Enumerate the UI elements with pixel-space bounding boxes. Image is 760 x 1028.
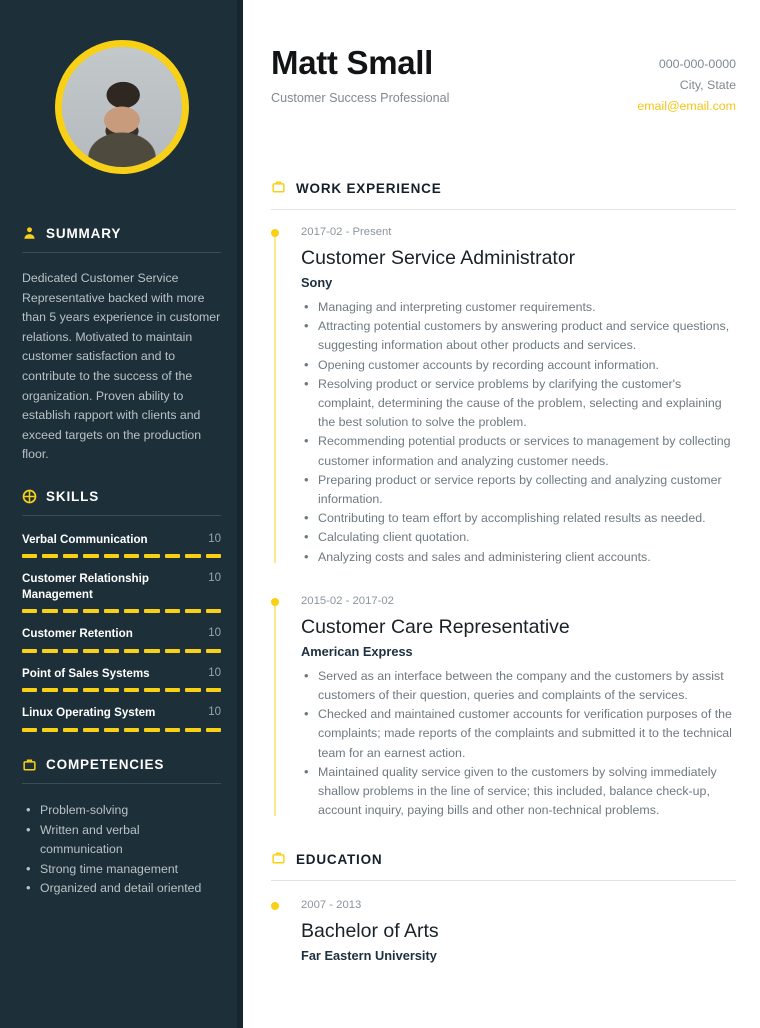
work-entries: 2017-02 - Present Customer Service Admin… bbox=[271, 224, 736, 820]
skill-rating-bar bbox=[22, 554, 222, 559]
skill-name: Customer Relationship Management bbox=[22, 572, 149, 601]
identity-block: Matt Small Customer Success Professional bbox=[271, 44, 449, 105]
list-item: Attracting potential customers by answer… bbox=[301, 316, 736, 355]
list-item: Opening customer accounts by recording a… bbox=[301, 355, 736, 375]
list-item: Resolving product or service problems by… bbox=[301, 374, 736, 433]
divider bbox=[271, 209, 736, 210]
briefcase-icon bbox=[271, 850, 286, 868]
divider bbox=[271, 880, 736, 882]
briefcase-icon bbox=[271, 179, 286, 197]
timeline-dot-icon bbox=[271, 597, 279, 606]
pie-chart-icon bbox=[22, 489, 37, 504]
email-address[interactable]: email@email.com bbox=[637, 96, 736, 117]
entry-organization: Sony bbox=[301, 275, 333, 290]
education-header: EDUCATION bbox=[271, 850, 736, 868]
summary-text: Dedicated Customer Service Representativ… bbox=[22, 271, 221, 462]
work-entry: 2015-02 - 2017-02 Customer Care Represen… bbox=[271, 593, 736, 821]
work-entry: 2017-02 - Present Customer Service Admin… bbox=[271, 224, 736, 567]
work-experience-header: WORK EXPERIENCE bbox=[271, 179, 736, 197]
skill-item: Linux Operating System 10 bbox=[22, 705, 222, 732]
briefcase-icon bbox=[22, 757, 37, 772]
skill-item: Customer Relationship Management 10 bbox=[22, 571, 222, 614]
list-item: Checked and maintained customer accounts… bbox=[301, 704, 736, 763]
list-item: Served as an interface between the compa… bbox=[301, 666, 736, 705]
skill-value: 10 bbox=[208, 532, 221, 545]
entry-date: 2015-02 - 2017-02 bbox=[301, 594, 394, 607]
sidebar-section-summary-header: SUMMARY bbox=[22, 226, 221, 241]
user-icon bbox=[22, 226, 37, 241]
skill-name: Verbal Communication bbox=[22, 532, 148, 546]
list-item: Written and verbal communication bbox=[22, 820, 221, 860]
entry-title: Bachelor of Arts bbox=[301, 920, 439, 943]
resume-page: SUMMARY Dedicated Customer Service Repre… bbox=[0, 0, 760, 1028]
skill-value: 10 bbox=[208, 706, 221, 719]
list-item: Organized and detail oriented bbox=[22, 878, 221, 899]
entry-title: Customer Care Representative bbox=[301, 615, 570, 638]
education-section: EDUCATION 2007 - 2013 Bachelor of Arts F… bbox=[271, 850, 736, 963]
skill-rating-bar bbox=[22, 648, 222, 653]
list-item: Managing and interpreting customer requi… bbox=[301, 297, 736, 317]
timeline-line bbox=[274, 605, 276, 817]
skill-name: Linux Operating System bbox=[22, 706, 156, 720]
skill-name: Point of Sales Systems bbox=[22, 666, 150, 680]
list-item: Contributing to team effort by accomplis… bbox=[301, 508, 736, 528]
education-title: EDUCATION bbox=[296, 851, 383, 867]
phone-number: 000-000-0000 bbox=[658, 57, 736, 71]
skill-item: Verbal Communication 10 bbox=[22, 532, 222, 559]
list-item: Strong time management bbox=[22, 859, 221, 880]
work-experience-section: WORK EXPERIENCE 2017-02 - Present Custom… bbox=[271, 179, 736, 820]
location: City, State bbox=[679, 78, 736, 92]
skill-rating-bar bbox=[22, 688, 222, 693]
skill-item: Point of Sales Systems 10 bbox=[22, 666, 222, 693]
avatar-wrapper bbox=[22, 0, 221, 174]
divider bbox=[22, 252, 221, 253]
job-title: Customer Success Professional bbox=[271, 91, 450, 105]
work-experience-title: WORK EXPERIENCE bbox=[296, 180, 442, 196]
entry-organization: Far Eastern University bbox=[301, 948, 437, 964]
skill-name: Customer Retention bbox=[22, 627, 133, 641]
skill-value: 10 bbox=[208, 666, 221, 679]
skill-value: 10 bbox=[208, 627, 221, 640]
skills-list: Verbal Communication 10 Customer Relatio… bbox=[22, 532, 222, 732]
skill-rating-bar bbox=[22, 609, 222, 614]
sidebar-section-summary-title: SUMMARY bbox=[46, 226, 122, 241]
skill-item: Customer Retention 10 bbox=[22, 626, 222, 653]
list-item: Preparing product or service reports by … bbox=[301, 470, 736, 509]
sidebar-section-skills-title: SKILLS bbox=[46, 488, 100, 504]
sidebar-section-skills-header: SKILLS bbox=[22, 489, 221, 504]
competencies-list: Problem-solving Written and verbal commu… bbox=[22, 800, 221, 899]
avatar-photo bbox=[61, 47, 182, 167]
list-item: Analyzing costs and sales and administer… bbox=[301, 547, 736, 567]
resume-header: Matt Small Customer Success Professional… bbox=[271, 0, 736, 117]
divider bbox=[22, 514, 221, 516]
sidebar-section-competencies-header: COMPETENCIES bbox=[22, 757, 221, 772]
avatar bbox=[54, 40, 189, 174]
entry-date: 2017-02 - Present bbox=[301, 226, 392, 238]
list-item: Recommending potential products or servi… bbox=[301, 431, 736, 470]
page-title: Matt Small bbox=[271, 44, 434, 81]
skill-rating-bar bbox=[22, 727, 222, 732]
list-item: Maintained quality service given to the … bbox=[301, 762, 736, 821]
contact-block: 000-000-0000 City, State email@email.com bbox=[637, 44, 736, 117]
entry-organization: American Express bbox=[301, 643, 413, 659]
entry-bullets: Managing and interpreting customer requi… bbox=[301, 297, 736, 567]
education-entries: 2007 - 2013 Bachelor of Arts Far Eastern… bbox=[271, 897, 736, 963]
list-item: Problem-solving bbox=[22, 800, 221, 821]
divider bbox=[22, 782, 221, 784]
entry-date: 2007 - 2013 bbox=[301, 899, 362, 912]
list-item: Calculating client quotation. bbox=[301, 527, 736, 547]
timeline-dot-icon bbox=[271, 902, 279, 911]
main-content: Matt Small Customer Success Professional… bbox=[243, 0, 760, 1028]
sidebar-section-competencies-title: COMPETENCIES bbox=[46, 756, 165, 772]
education-entry: 2007 - 2013 Bachelor of Arts Far Eastern… bbox=[271, 897, 736, 963]
timeline-dot-icon bbox=[271, 229, 279, 237]
timeline-line bbox=[274, 237, 276, 563]
sidebar: SUMMARY Dedicated Customer Service Repre… bbox=[0, 0, 243, 1028]
entry-title: Customer Service Administrator bbox=[301, 247, 576, 269]
entry-bullets: Served as an interface between the compa… bbox=[301, 666, 736, 821]
skill-value: 10 bbox=[208, 572, 221, 585]
